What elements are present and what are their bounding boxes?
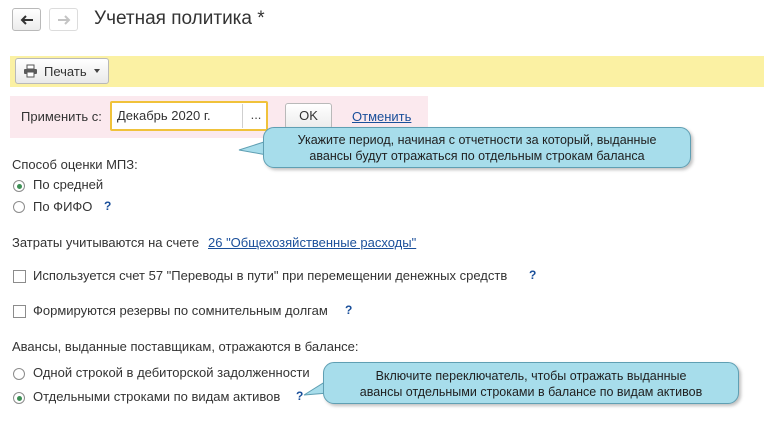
help-icon[interactable]: ? xyxy=(104,199,111,213)
checkbox-doubtful-reserves[interactable] xyxy=(13,305,26,318)
radio-single-line-label[interactable]: Одной строкой в дебиторской задолженност… xyxy=(33,365,310,380)
mpz-method-label: Способ оценки МПЗ: xyxy=(12,157,138,172)
chevron-down-icon xyxy=(93,69,100,73)
tooltip-switch-hint: Включите переключатель, чтобы отражать в… xyxy=(323,362,739,404)
checkbox-doubtful-reserves-label[interactable]: Формируются резервы по сомнительным долг… xyxy=(33,303,328,318)
period-select-button[interactable]: ... xyxy=(246,104,266,128)
ok-button[interactable]: OK xyxy=(285,103,332,129)
radio-average-label[interactable]: По средней xyxy=(33,177,103,192)
checkbox-account-57-label[interactable]: Используется счет 57 "Переводы в пути" п… xyxy=(33,268,507,283)
radio-fifo[interactable] xyxy=(13,201,25,213)
period-value: Декабрь 2020 г. xyxy=(117,108,211,123)
tooltip-line: Укажите период, начиная с отчетности за … xyxy=(297,133,657,147)
command-bar xyxy=(10,56,764,87)
printer-icon xyxy=(24,64,37,78)
radio-single-line[interactable] xyxy=(13,368,25,380)
arrow-right-icon xyxy=(57,14,70,25)
apply-from-label: Применить с: xyxy=(21,109,102,124)
tooltip-line: авансы отдельными строками в балансе по … xyxy=(359,385,703,399)
arrow-left-icon xyxy=(20,14,33,25)
back-button[interactable] xyxy=(12,8,41,31)
checkbox-account-57[interactable] xyxy=(13,270,26,283)
print-button-label: Печать xyxy=(44,63,87,79)
costs-account-link[interactable]: 26 "Общехозяйственные расходы" xyxy=(208,235,416,250)
field-separator xyxy=(242,104,243,128)
radio-separate-lines-label[interactable]: Отдельными строками по видам активов xyxy=(33,389,280,404)
page-title: Учетная политика * xyxy=(94,8,265,29)
costs-account-text: Затраты учитываются на счете xyxy=(12,235,200,250)
help-icon[interactable]: ? xyxy=(529,268,536,282)
print-button[interactable]: Печать xyxy=(15,58,109,84)
advances-label: Авансы, выданные поставщикам, отражаются… xyxy=(12,339,359,354)
cancel-link[interactable]: Отменить xyxy=(352,109,411,124)
radio-average[interactable] xyxy=(13,180,25,192)
forward-button[interactable] xyxy=(49,8,78,31)
radio-separate-lines[interactable] xyxy=(13,392,25,404)
help-icon[interactable]: ? xyxy=(345,303,352,317)
tooltip-line: авансы будут отражаться по отдельным стр… xyxy=(309,149,645,163)
radio-fifo-label[interactable]: По ФИФО xyxy=(33,199,92,214)
tooltip-line: Включите переключатель, чтобы отражать в… xyxy=(375,369,687,383)
tooltip-period-hint: Укажите период, начиная с отчетности за … xyxy=(263,127,691,168)
